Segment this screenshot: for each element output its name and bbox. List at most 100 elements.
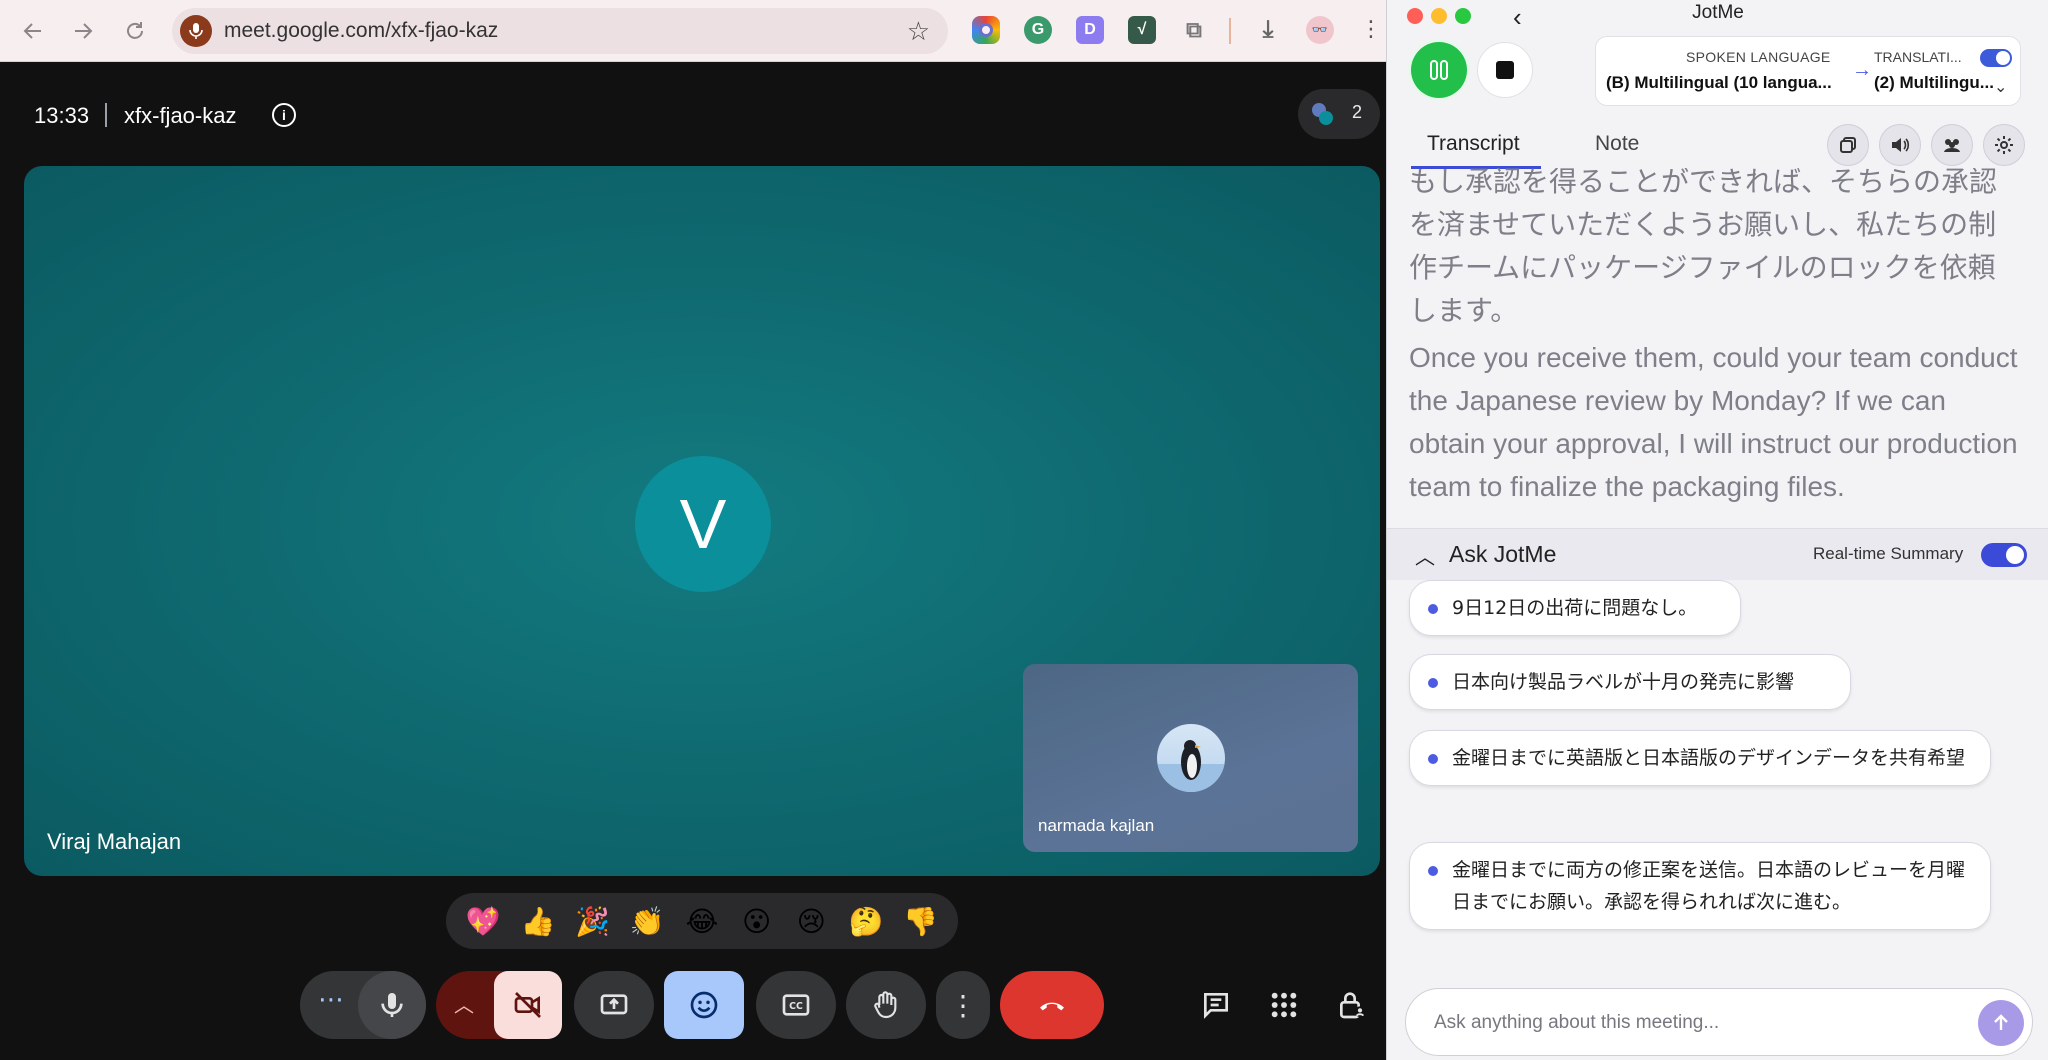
summary-item[interactable]: 日本向け製品ラベルが十月の発売に影響 xyxy=(1409,654,1851,710)
reaction-sparkling-heart[interactable]: 💖 xyxy=(460,905,506,938)
captions-icon: CC xyxy=(782,994,810,1016)
copy-button[interactable] xyxy=(1827,124,1869,166)
present-screen-icon xyxy=(600,994,628,1015)
self-view-name: narmada kajlan xyxy=(1038,816,1155,835)
ask-jotme-header[interactable]: ︿ Ask JotMe Real-time Summary xyxy=(1387,528,2048,580)
summary-item-text: 9日12日の出荷に問題なし。 xyxy=(1452,597,1698,619)
spoken-language-value[interactable]: (B) Multilingual (10 langua... xyxy=(1606,73,1832,93)
present-screen-button[interactable] xyxy=(574,971,654,1039)
jotme-panel: ‹ JotMe SPOKEN LANGUAGE (B) Multilingual… xyxy=(1386,0,2048,1060)
audio-control-group: ⋯ xyxy=(300,971,426,1039)
download-icon[interactable]: ⤓ xyxy=(1254,16,1282,44)
transcript-japanese: もし承認を得ることができれば、そちらの承認を済ませていただくようお願いし、私たち… xyxy=(1409,168,1998,327)
bullet-dot xyxy=(1428,866,1438,876)
microphone-icon xyxy=(381,993,403,1017)
chevron-down-icon[interactable]: ⌄ xyxy=(1994,77,2007,97)
captions-button[interactable]: CC xyxy=(756,971,836,1039)
pause-recording-button[interactable] xyxy=(1411,42,1467,98)
raise-hand-icon xyxy=(874,991,897,1019)
host-controls-button[interactable] xyxy=(1332,985,1372,1025)
summary-item[interactable]: 金曜日までに両方の修正案を送信。日本語のレビューを月曜日までにお願い。承認を得ら… xyxy=(1409,842,1991,930)
arrow-up-icon xyxy=(1994,1014,2008,1030)
bookmark-star-icon[interactable]: ☆ xyxy=(907,16,930,47)
toolbar-divider xyxy=(1229,18,1231,44)
reaction-clapping[interactable]: 👏 xyxy=(624,905,670,938)
tab-note[interactable]: Note xyxy=(1595,132,1639,156)
more-options-button[interactable]: ⋮ xyxy=(936,971,990,1039)
reaction-surprised[interactable]: 😮 xyxy=(734,905,780,938)
realtime-summary-toggle[interactable] xyxy=(1981,543,2027,567)
reaction-thinking[interactable]: 🤔 xyxy=(843,905,889,938)
participant-count: 2 xyxy=(1352,102,1363,122)
more-vertical-icon: ⋮ xyxy=(949,989,977,1021)
extension-d-icon[interactable]: D xyxy=(1076,16,1104,44)
participant-name: Viraj Mahajan xyxy=(47,829,182,854)
profile-avatar-icon[interactable]: 👓 xyxy=(1306,16,1334,44)
translation-language-value[interactable]: (2) Multilingu... xyxy=(1874,73,1994,93)
tab-transcript[interactable]: Transcript xyxy=(1427,132,1520,156)
people-icon xyxy=(1944,139,1960,152)
reaction-thumbs-down[interactable]: 👎 xyxy=(898,905,944,938)
emoji-reactions-button[interactable] xyxy=(664,971,744,1039)
summary-item[interactable]: 金曜日までに英語版と日本語版のデザインデータを共有希望 xyxy=(1409,730,1991,786)
realtime-summary-label: Real-time Summary xyxy=(1813,544,1964,563)
video-options-chevron-icon[interactable]: ︿ xyxy=(454,989,474,1018)
self-view-tile[interactable]: narmada kajlan xyxy=(1023,664,1358,852)
send-button[interactable] xyxy=(1978,1000,2024,1046)
bullet-dot xyxy=(1428,754,1438,764)
apps-grid-icon xyxy=(1271,992,1297,1018)
language-selector[interactable]: SPOKEN LANGUAGE (B) Multilingual (10 lan… xyxy=(1595,36,2021,106)
participant-avatar: V xyxy=(635,456,771,592)
meeting-code: xfx-fjao-kaz xyxy=(124,103,237,128)
reaction-thumbs-up[interactable]: 👍 xyxy=(515,905,561,938)
chat-button[interactable] xyxy=(1196,985,1236,1025)
extension-v-icon[interactable]: √ xyxy=(1128,16,1156,44)
microphone-button[interactable] xyxy=(358,971,426,1039)
pause-icon xyxy=(1430,60,1448,80)
grammarly-icon[interactable]: G xyxy=(1024,16,1052,44)
gear-icon xyxy=(1995,136,2013,154)
header-divider xyxy=(105,103,107,127)
arrow-right-icon: → xyxy=(1852,59,1872,81)
summary-item-text: 日本向け製品ラベルが十月の発売に影響 xyxy=(1452,671,1795,693)
reactions-bar: 💖 👍 🎉 👏 😂 😮 😢 🤔 👎 xyxy=(446,893,958,949)
summary-item[interactable]: 9日12日の出荷に問題なし。 xyxy=(1409,580,1741,636)
chat-icon xyxy=(1204,993,1228,1019)
ask-input[interactable] xyxy=(1434,1009,1954,1037)
camera-off-button[interactable] xyxy=(494,971,562,1039)
url-text[interactable]: meet.google.com/xfx-fjao-kaz xyxy=(224,19,498,43)
forward-arrow-icon[interactable] xyxy=(66,14,100,48)
lock-person-icon xyxy=(1340,992,1366,1019)
audio-options-icon[interactable]: ⋯ xyxy=(318,986,344,1012)
reaction-party-popper[interactable]: 🎉 xyxy=(570,905,616,938)
call-controls: ⋯ ︿ CC ⋮ xyxy=(0,971,1386,1051)
browser-menu-icon[interactable]: ⋮ xyxy=(1360,16,1382,42)
translation-toggle[interactable] xyxy=(1980,49,2012,67)
emoji-icon xyxy=(690,991,718,1019)
camera-off-icon xyxy=(514,992,541,1018)
back-arrow-icon[interactable] xyxy=(16,14,50,48)
chrome-extension-icon[interactable] xyxy=(972,16,1000,44)
microphone-in-use-icon[interactable] xyxy=(180,15,212,47)
puzzle-extensions-icon[interactable]: ⧉ xyxy=(1180,16,1208,44)
meeting-time: 13:33 xyxy=(34,103,90,128)
ask-input-container xyxy=(1405,988,2033,1056)
raise-hand-button[interactable] xyxy=(846,971,926,1039)
address-bar[interactable]: meet.google.com/xfx-fjao-kaz ☆ xyxy=(172,8,948,54)
stop-recording-button[interactable] xyxy=(1477,42,1533,98)
participants-avatars-icon xyxy=(1312,103,1333,125)
speakers-button[interactable] xyxy=(1931,124,1973,166)
speaker-button[interactable] xyxy=(1879,124,1921,166)
meeting-info-icon[interactable]: i xyxy=(272,103,296,127)
reaction-laughing[interactable]: 😂 xyxy=(679,905,725,938)
transcript-english: Once you receive them, could your team c… xyxy=(1409,342,2018,502)
reaction-crying[interactable]: 😢 xyxy=(788,905,834,938)
chevron-up-icon[interactable]: ︿ xyxy=(1415,541,1435,570)
leave-call-button[interactable] xyxy=(1000,971,1104,1039)
activities-button[interactable] xyxy=(1264,985,1304,1025)
reload-icon[interactable] xyxy=(118,14,152,48)
video-control-group: ︿ xyxy=(436,971,562,1039)
speaker-icon xyxy=(1892,138,1910,152)
settings-button[interactable] xyxy=(1983,124,2025,166)
participants-button[interactable]: 2 xyxy=(1298,89,1380,139)
